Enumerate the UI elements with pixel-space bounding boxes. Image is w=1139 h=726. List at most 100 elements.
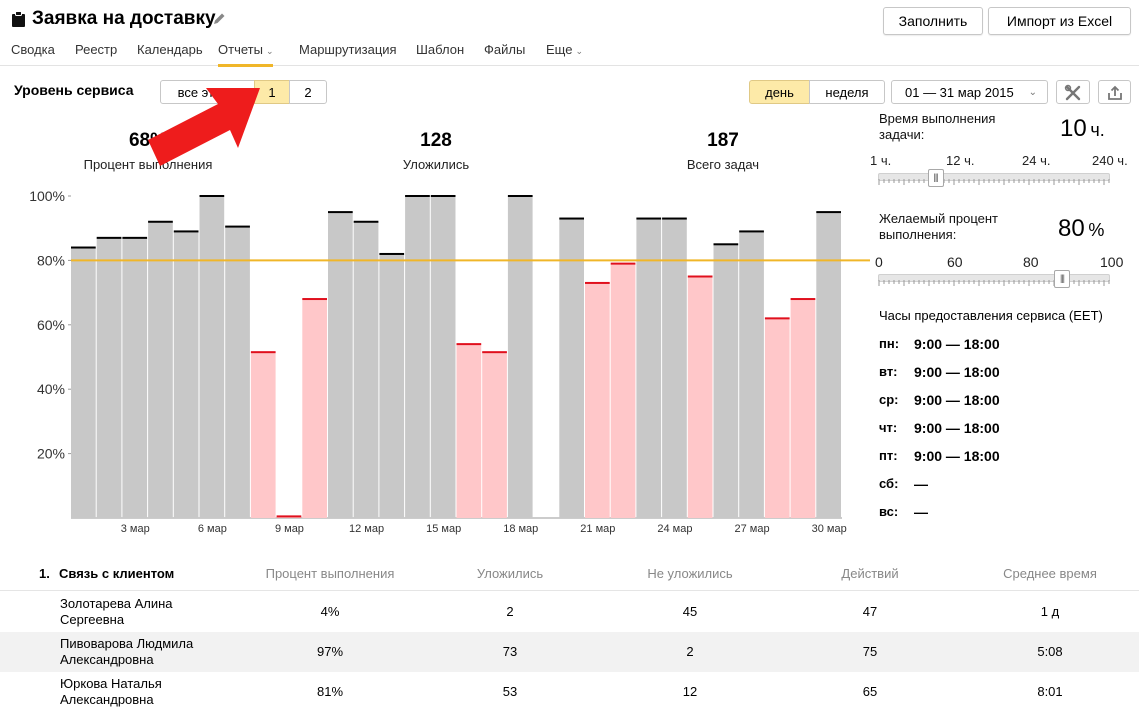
target-percent-unit: % [1088, 220, 1105, 240]
chevron-down-icon: ⌄ [575, 46, 583, 56]
tab-summary[interactable]: Сводка [11, 41, 55, 58]
cell-missed: 2 [686, 644, 694, 659]
employee-name: Юркова Наталья Александровна [60, 676, 162, 707]
settings-tools-button[interactable] [1056, 80, 1090, 104]
bar-cap [302, 298, 327, 301]
cell-percent: 97% [316, 644, 344, 659]
table-row[interactable]: Пивоварова Людмила Александровна 97% 73 2… [0, 632, 1139, 672]
tab-registry[interactable]: Реестр [75, 41, 117, 58]
bar [739, 231, 764, 519]
col-met[interactable]: Уложились [420, 566, 600, 581]
cell-actions: 75 [862, 644, 878, 659]
bar-cap [405, 195, 430, 197]
bar [559, 218, 584, 518]
date-range-select[interactable]: 01 — 31 мар 2015 ⌄ [891, 80, 1048, 104]
pencil-icon[interactable] [212, 12, 226, 26]
bar-cap [610, 262, 636, 265]
scale-label: 100 [1100, 254, 1124, 270]
task-time-value: 10 [1060, 115, 1087, 142]
section-title[interactable]: Связь с клиентом [59, 566, 174, 581]
x-tick-label: 27 мар [735, 523, 770, 535]
section-number: 1. [39, 566, 50, 581]
col-percent[interactable]: Процент выполнения [240, 566, 420, 581]
col-actions[interactable]: Действий [780, 566, 960, 581]
scale-label: 24 ч. [1022, 153, 1051, 168]
tab-template[interactable]: Шаблон [416, 41, 464, 58]
export-button[interactable] [1098, 80, 1131, 104]
target-percent-value: 80 [1058, 215, 1085, 242]
stat-total-label: Всего задач [686, 157, 760, 172]
cell-percent: 4% [320, 604, 340, 619]
cell-avg-time: 5:08 [1037, 644, 1063, 659]
bar [225, 226, 250, 518]
service-level-chart: 20% 40% 60% 80% 100% 3 мар 6 мар 9 мар 12 мар 15… [29, 188, 870, 535]
stat-total-value: 187 [707, 130, 739, 151]
scale-label: 12 ч. [946, 153, 975, 168]
bar [173, 231, 199, 519]
bar [328, 212, 353, 518]
task-time-unit: ч. [1090, 120, 1105, 140]
col-avg-time[interactable]: Среднее время [960, 566, 1139, 581]
tab-files[interactable]: Файлы [484, 41, 525, 58]
bar-cap [276, 515, 302, 518]
bar [585, 282, 610, 518]
tools-icon [1064, 84, 1081, 101]
x-tick-label: 9 мар [275, 523, 304, 535]
x-tick-label: 21 мар [580, 523, 615, 535]
tab-calendar[interactable]: Календарь [137, 41, 203, 58]
table-row[interactable]: Золотарева Алина Сергеевна 4% 2 45 47 1 д [0, 592, 1139, 632]
task-time-label: Время выполнения задачи: [879, 111, 996, 142]
cell-actions: 47 [862, 604, 878, 619]
bar-cap [173, 230, 199, 233]
bar [430, 196, 456, 518]
bar-cap [379, 252, 405, 255]
y-tick-label: 40% [37, 381, 65, 397]
bar-cap [148, 220, 173, 223]
bar-cap [225, 225, 250, 228]
import-excel-button[interactable]: Импорт из Excel [988, 7, 1131, 35]
col-missed[interactable]: Не уложились [600, 566, 780, 581]
bar-cap [636, 217, 662, 220]
x-tick-label: 24 мар [657, 523, 692, 535]
cell-avg-time: 1 д [1040, 604, 1060, 619]
y-tick-label: 80% [37, 252, 65, 268]
scale-label: 0 [875, 254, 883, 270]
bar-cap [353, 220, 379, 223]
x-tick-label: 15 мар [426, 523, 461, 535]
service-hours-title: Часы предоставления сервиса (EET) [879, 308, 1103, 323]
bar [610, 263, 636, 518]
bar [405, 196, 430, 518]
period-day-button[interactable]: день [749, 80, 810, 104]
x-tick-label: 12 мар [349, 523, 384, 535]
tab-routing[interactable]: Маршрутизация [299, 41, 397, 58]
bar-cap [96, 236, 122, 239]
fill-button[interactable]: Заполнить [883, 7, 983, 35]
task-time-slider-handle[interactable]: ||| [927, 169, 944, 187]
stage-2-button[interactable]: 2 [289, 80, 327, 104]
stat-met-label: Уложились [402, 157, 470, 172]
bar-cap [71, 246, 96, 249]
bar [379, 253, 405, 518]
cell-percent: 81% [316, 684, 344, 699]
tab-bar: Сводка Реестр Календарь Отчеты ⌄ Маршрути… [0, 41, 1139, 67]
bar-cap [199, 195, 225, 197]
target-percent-label: Желаемый процент выполнения: [879, 211, 999, 242]
bar [764, 318, 790, 518]
employee-name: Золотарева Алина Сергеевна [60, 596, 173, 627]
period-week-button[interactable]: неделя [809, 80, 885, 104]
bar-cap [559, 217, 584, 220]
bar-cap [816, 211, 841, 214]
tab-reports[interactable]: Отчеты ⌄ [218, 41, 274, 67]
bar-cap [687, 275, 713, 278]
bar [96, 237, 122, 519]
bar-cap [713, 243, 739, 246]
y-axis-ticks: 20% 40% 60% 80% 100% [29, 188, 71, 462]
x-tick-label: 3 мар [121, 523, 150, 535]
table-row[interactable]: Юркова Наталья Александровна 81% 53 12 65… [0, 672, 1139, 712]
tab-more[interactable]: Еще ⌄ [546, 41, 583, 60]
target-percent-slider-handle[interactable]: ||| [1054, 270, 1070, 288]
bar-cap [250, 351, 276, 354]
scale-label: 1 ч. [870, 153, 892, 168]
bar [713, 244, 739, 519]
y-tick-label: 20% [37, 446, 65, 462]
